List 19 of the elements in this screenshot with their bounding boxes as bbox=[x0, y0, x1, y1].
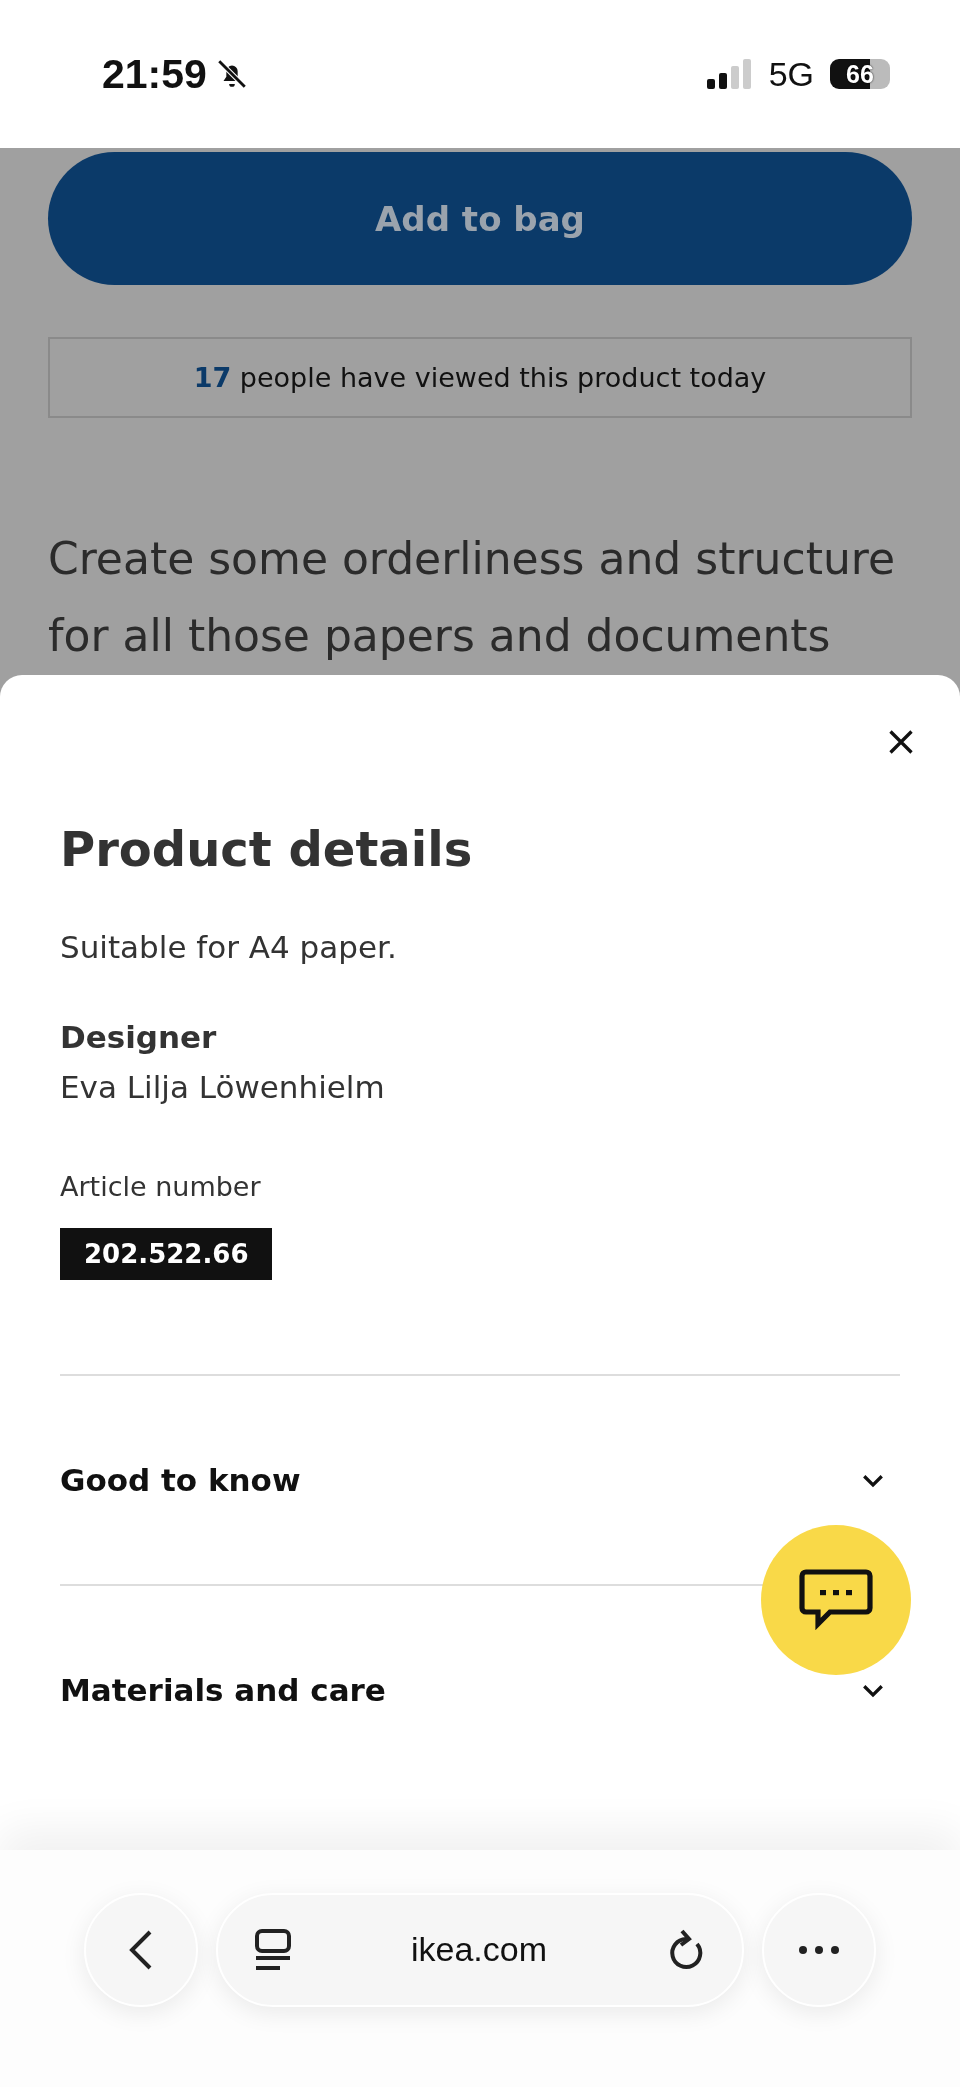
url-text: ikea.com bbox=[410, 1930, 548, 1969]
article-number: 202.522.66 bbox=[60, 1228, 273, 1280]
speech-bubble-icon bbox=[798, 1568, 874, 1632]
address-bar[interactable]: ikea.com bbox=[216, 1892, 744, 2007]
designer-label: Designer bbox=[60, 1019, 218, 1055]
views-notice: 17 people have viewed this product today bbox=[48, 337, 912, 418]
add-to-bag-button[interactable]: Add to bag bbox=[48, 152, 912, 285]
accordion-header[interactable]: Good to know bbox=[60, 1462, 301, 1498]
accordion-header[interactable]: Materials and care bbox=[60, 1672, 386, 1708]
network-label: 5G bbox=[768, 54, 814, 94]
clock-time: 21:59 bbox=[102, 50, 207, 98]
signal-icon bbox=[706, 59, 753, 89]
tabs-icon bbox=[254, 1927, 292, 1972]
product-summary: Suitable for A4 paper. bbox=[60, 929, 398, 965]
designer-name: Eva Lilja Löwenhielm bbox=[60, 1069, 386, 1105]
product-description: Create some orderliness and structure for all those papers and documents bbox=[48, 532, 896, 663]
sheet-title: Product details bbox=[60, 821, 474, 877]
more-icon bbox=[798, 1944, 840, 1955]
article-number-label: Article number bbox=[60, 1171, 262, 1202]
